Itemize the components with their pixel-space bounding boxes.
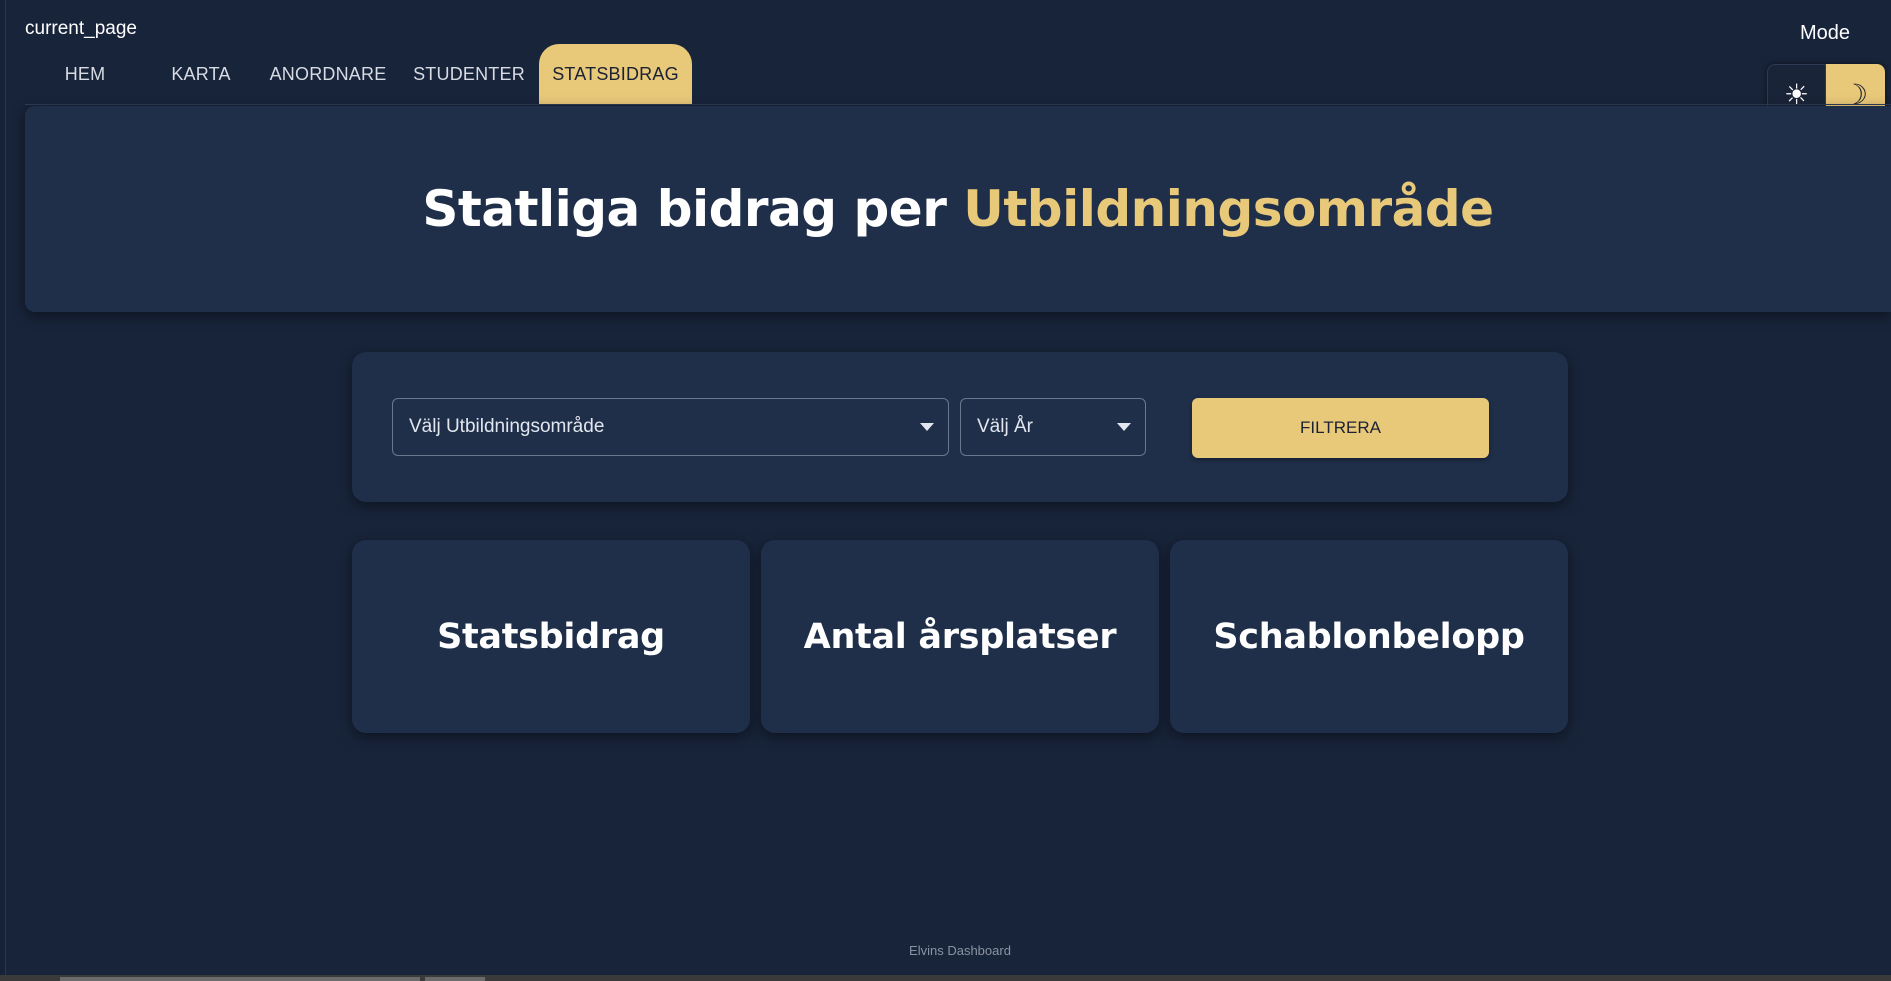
bottom-scrollbar[interactable] (0, 975, 1891, 981)
page-title-prefix: Statliga bidrag per (422, 180, 964, 238)
hero-banner: Statliga bidrag per Utbildningsområde (25, 106, 1891, 312)
scrollbar-thumb-secondary[interactable] (425, 977, 485, 981)
tab-anordnare[interactable]: ANORDNARE (257, 44, 399, 104)
scrollbar-thumb[interactable] (60, 977, 420, 981)
area-select[interactable]: Välj Utbildningsområde (392, 398, 949, 456)
filter-panel: Välj Utbildningsområde Välj År FILTRERA (352, 352, 1568, 502)
footer-text: Elvins Dashboard (909, 943, 1011, 958)
filter-button[interactable]: FILTRERA (1192, 398, 1489, 458)
card-antal-arsplatser[interactable]: Antal årsplatser (761, 540, 1159, 733)
page-title: Statliga bidrag per Utbildningsområde (422, 180, 1494, 238)
caret-down-icon (920, 423, 934, 431)
card-title: Antal årsplatser (803, 616, 1117, 657)
card-schablonbelopp[interactable]: Schablonbelopp (1170, 540, 1568, 733)
page-title-accent: Utbildningsområde (963, 180, 1494, 238)
current-page-label: current_page (25, 18, 137, 39)
tab-karta[interactable]: KARTA (145, 44, 257, 104)
tab-hem[interactable]: HEM (25, 44, 145, 104)
card-statsbidrag[interactable]: Statsbidrag (352, 540, 750, 733)
area-select-placeholder: Välj Utbildningsområde (409, 416, 605, 437)
year-select[interactable]: Välj År (960, 398, 1146, 456)
tab-statsbidrag[interactable]: STATSBIDRAG (539, 44, 692, 104)
tab-studenter[interactable]: STUDENTER (399, 44, 539, 104)
card-title: Schablonbelopp (1213, 616, 1525, 657)
mode-label: Mode (1800, 22, 1851, 44)
card-title: Statsbidrag (437, 616, 665, 657)
main-tabs: HEM KARTA ANORDNARE STUDENTER STATSBIDRA… (25, 44, 1891, 105)
caret-down-icon (1117, 423, 1131, 431)
year-select-placeholder: Välj År (977, 416, 1033, 437)
